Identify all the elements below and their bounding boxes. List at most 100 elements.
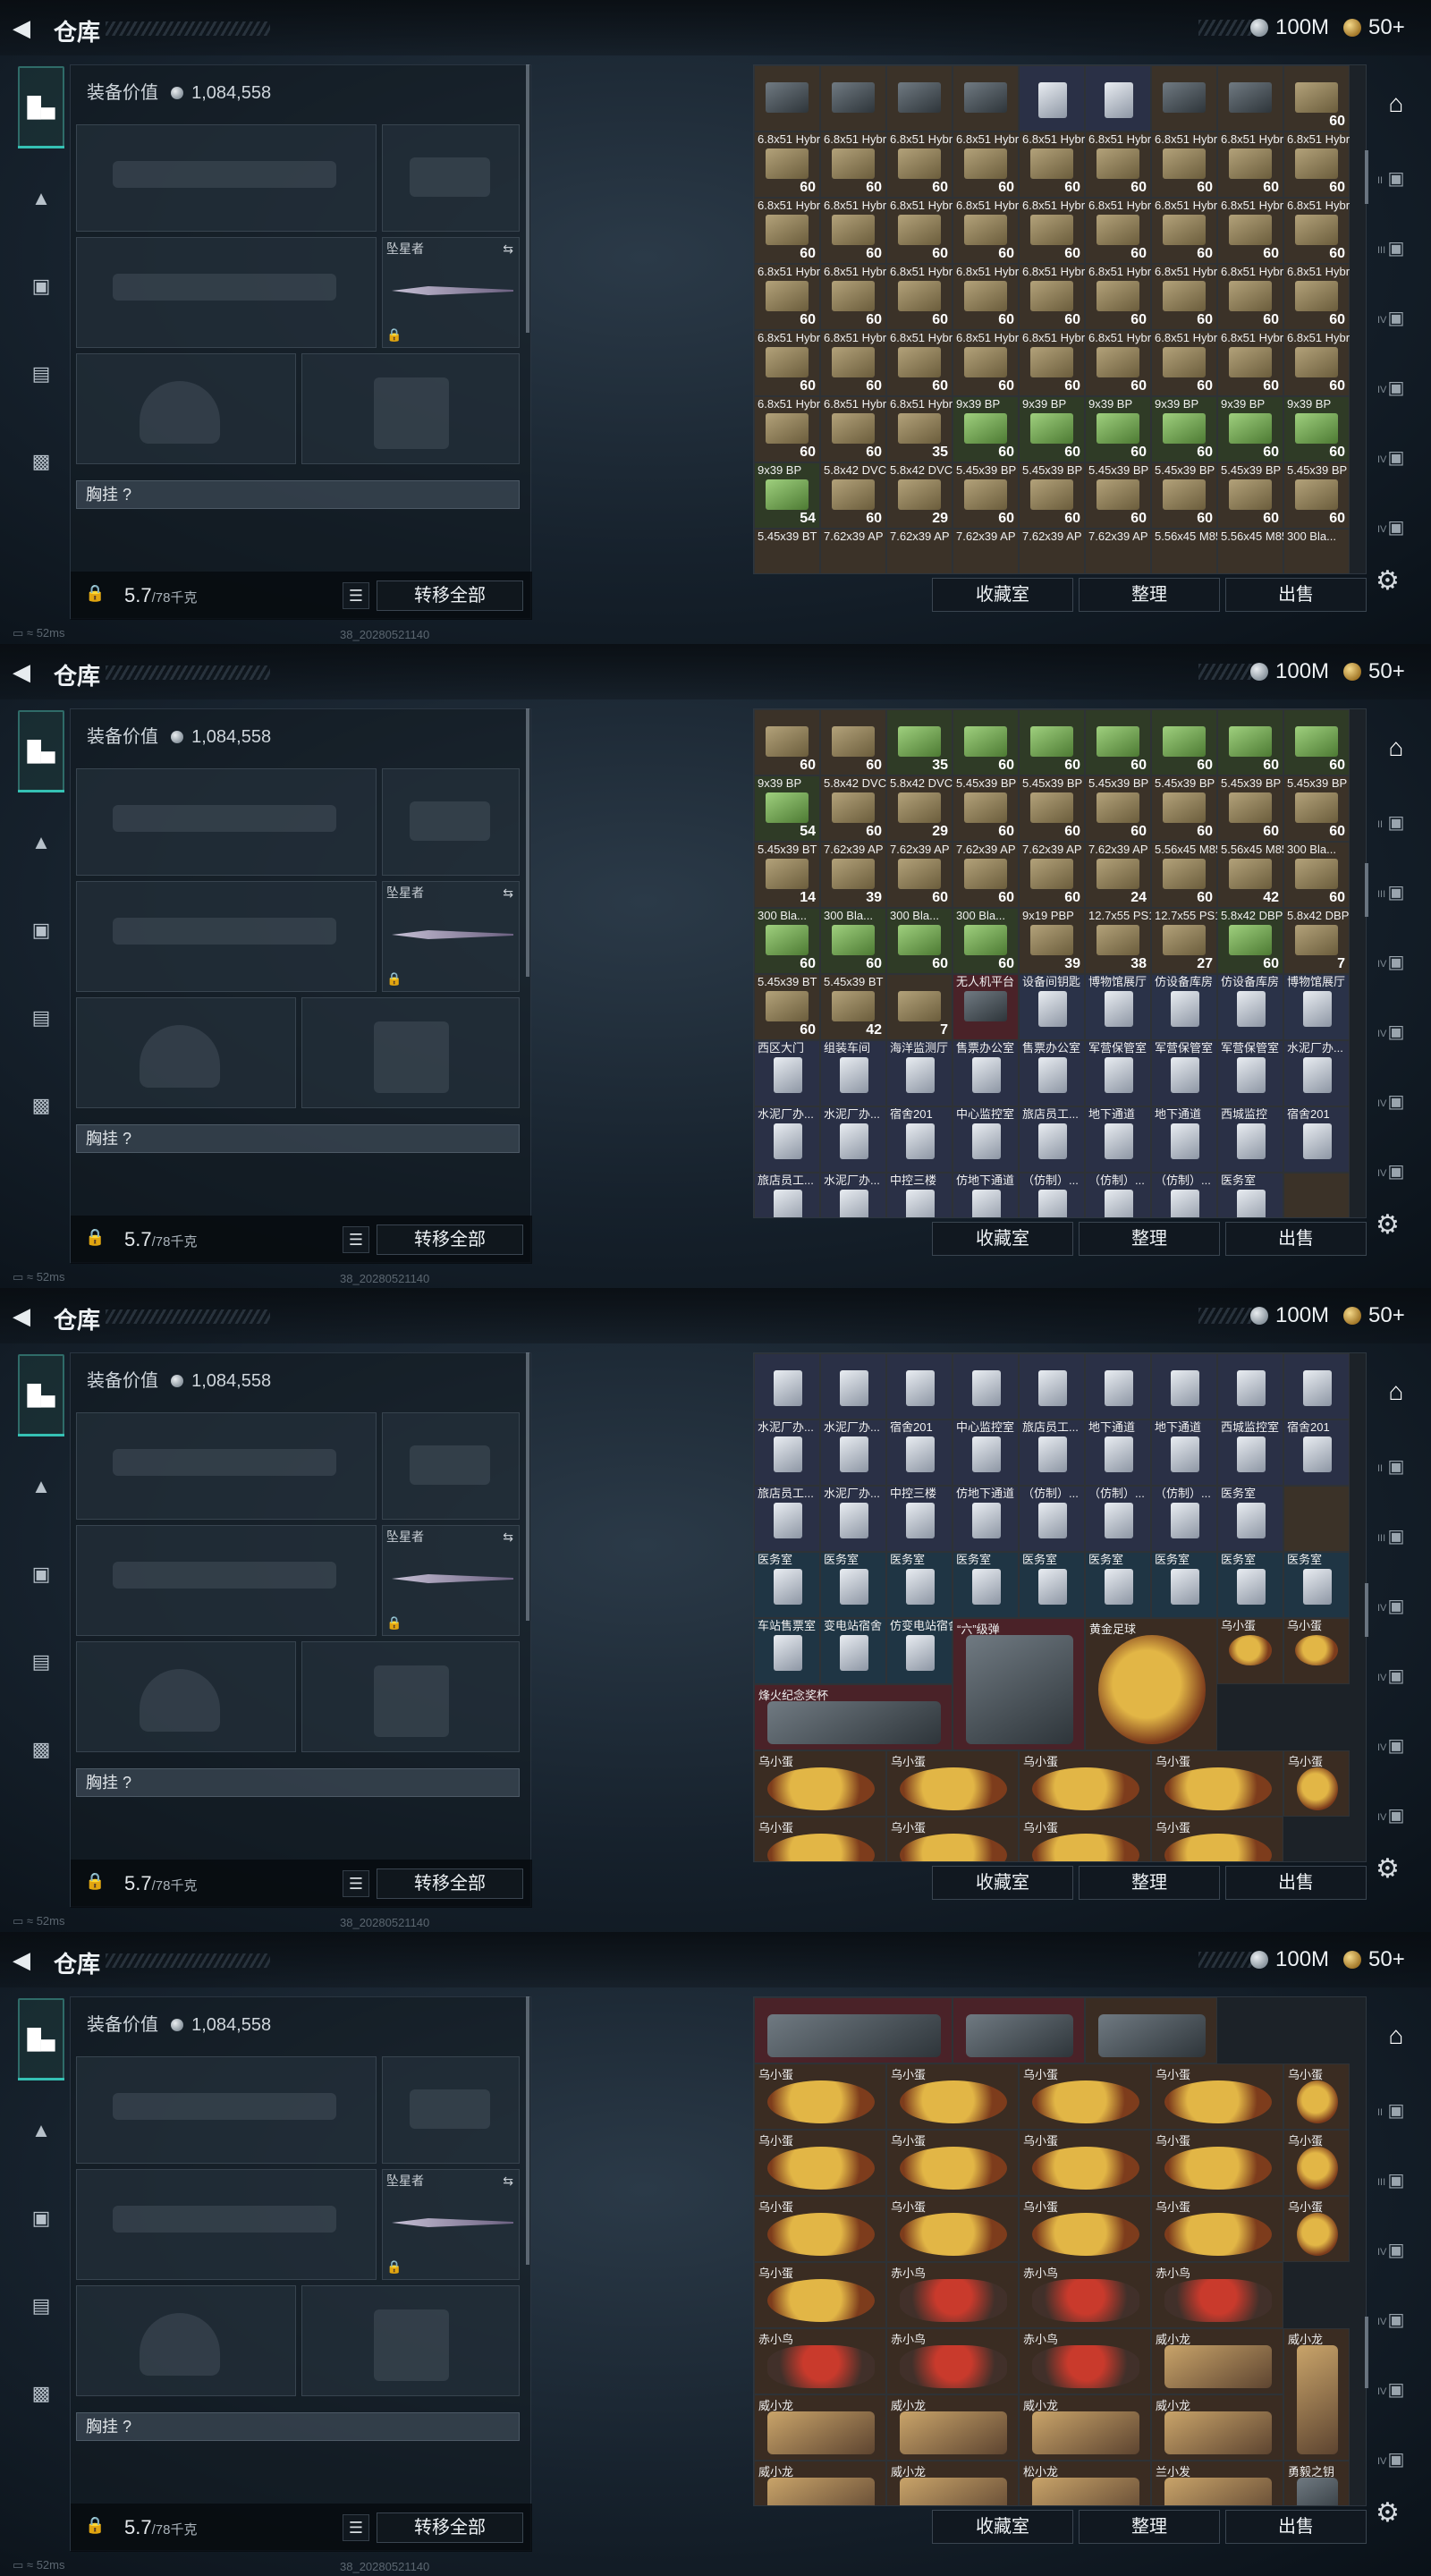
storage-tab-2[interactable]: II ▣ [1372,803,1420,843]
inventory-cell[interactable]: 12.7x55 PS12B 38 [1085,908,1151,974]
inventory-item-large[interactable]: 乌小蛋 [1151,1750,1283,1817]
inventory-cell[interactable]: 无人机平台 [953,974,1019,1040]
inventory-cell[interactable]: 军营保管室 [1151,1040,1217,1106]
list-view-button[interactable]: ☰ [343,1226,369,1253]
inventory-cell[interactable]: 60 [754,709,820,775]
tab-case[interactable]: ▩ [18,1082,64,1129]
inventory-cell[interactable]: 6.8x51 Hybrid 60 [1217,198,1283,264]
inventory-cell[interactable] [1283,1486,1350,1552]
inventory-cell[interactable]: 300 Bla... 60 [953,908,1019,974]
inventory-cell[interactable]: 7.62x39 AP 39 [820,842,886,908]
secondary-weapon-slot[interactable] [76,2169,377,2280]
storage-tab-2[interactable]: II ▣ [1372,1447,1420,1487]
lock-icon[interactable]: 🔒 [85,2516,105,2538]
lock-icon[interactable]: 🔒 [85,584,105,606]
storage-tab-5[interactable]: IV ▣ [1372,369,1420,408]
storage-tab-7[interactable]: IV ▣ [1372,2440,1420,2479]
primary-weapon-slot[interactable] [76,2056,377,2164]
inventory-item-large[interactable]: 赤小鸟 [754,2328,886,2394]
primary-weapon-slot[interactable] [76,1412,377,1520]
tab-backpack[interactable]: ▣ [18,2195,64,2241]
armor-slot[interactable] [301,1641,520,1752]
secondary-weapon-slot[interactable] [76,881,377,992]
help-icon[interactable]: ? [123,1774,131,1792]
inventory-cell[interactable]: 5.45x39 BP 60 [1085,462,1151,529]
collection-room-button[interactable]: 收藏室 [932,1222,1073,1256]
storage-tab-3[interactable]: III ▣ [1372,229,1420,268]
lock-icon[interactable]: 🔒 [85,1228,105,1250]
inventory-cell[interactable]: 6.8x51 Hybrid 60 [754,131,820,198]
inventory-cell[interactable]: 6.8x51 Hybrid 60 [820,131,886,198]
inventory-cell[interactable]: 300 Bla... 60 [886,908,953,974]
inventory-cell[interactable] [1151,1353,1217,1419]
collection-room-button[interactable]: 收藏室 [932,1866,1073,1900]
inventory-cell[interactable] [886,65,953,131]
inventory-cell[interactable]: 西区大门 [754,1040,820,1106]
storage-tab-5[interactable]: IV ▣ [1372,2301,1420,2340]
help-icon[interactable]: ? [123,1130,131,1148]
inventory-cell[interactable]: 宿舍201 [1283,1419,1350,1486]
inventory-cell[interactable]: （仿制）... [1151,1173,1217,1217]
inventory-cell[interactable]: 9x39 BP 60 [953,396,1019,462]
inventory-item-large[interactable]: 赤小鸟 [886,2328,1019,2394]
inventory-cell[interactable]: 6.8x51 Hybrid 60 [886,330,953,396]
inventory-cell[interactable]: 海洋监测厅 [886,1040,953,1106]
inventory-cell[interactable]: 变电站宿舍 [820,1618,886,1684]
inventory-item-large[interactable]: 威小龙 [886,2461,1019,2505]
inventory-cell[interactable]: 6.8x51 Hybrid 60 [1085,264,1151,330]
inventory-cell[interactable]: 5.8x42 DBP10 60 [1217,908,1283,974]
inventory-cell[interactable]: 旅店员工... [1019,1106,1085,1173]
storage-tab-2[interactable]: II ▣ [1372,2091,1420,2131]
inventory-cell[interactable]: 5.56x45 M855 [1151,529,1217,573]
melee-slot[interactable]: 坠星者 ⇆ 🔒 [382,237,520,348]
tab-case[interactable]: ▩ [18,438,64,485]
inventory-cell[interactable]: 5.8x42 DVC12 29 [886,775,953,842]
inventory-item-large[interactable]: 赤小鸟 [886,2262,1019,2328]
inventory-cell[interactable] [886,1353,953,1419]
settings-gear-icon[interactable]: ⚙ [1376,565,1400,597]
settings-gear-icon[interactable]: ⚙ [1376,1209,1400,1241]
inventory-scrollbar[interactable] [1365,150,1368,204]
tab-consumables[interactable]: ▤ [18,1639,64,1685]
inventory-cell[interactable]: 5.45x39 BP 60 [1217,462,1283,529]
primary-weapon-slot[interactable] [76,124,377,232]
inventory-cell[interactable]: 6.8x51 Hybrid 60 [1085,330,1151,396]
inventory-cell[interactable] [1019,65,1085,131]
storage-home-icon[interactable]: ⌂ [1372,1372,1420,1411]
inventory-cell[interactable] [1217,65,1283,131]
swap-icon[interactable]: ⇆ [503,2174,513,2189]
inventory-cell[interactable]: 9x39 BP 54 [754,775,820,842]
inventory-cell[interactable]: 60 [1217,709,1283,775]
inventory-cell[interactable]: 6.8x51 Hybrid 60 [953,198,1019,264]
inventory-cell[interactable]: 5.45x39 BT 42 [820,974,886,1040]
settings-gear-icon[interactable]: ⚙ [1376,2497,1400,2529]
inventory-item-large[interactable]: 赤小鸟 [1151,2262,1283,2328]
inventory-cell[interactable]: 6.8x51 Hybrid 60 [754,396,820,462]
inventory-cell[interactable]: 宿舍201 [886,1419,953,1486]
inventory-cell[interactable]: 5.45x39 BP 60 [953,462,1019,529]
inventory-scrollbar[interactable] [1365,2317,1368,2388]
storage-home-icon[interactable]: ⌂ [1372,84,1420,123]
inventory-cell[interactable] [1085,65,1151,131]
sell-button[interactable]: 出售 [1225,1222,1367,1256]
storage-tab-2[interactable]: II ▣ [1372,159,1420,199]
inventory-cell[interactable]: 旅店员工... [754,1486,820,1552]
inventory-cell[interactable]: 6.8x51 Hybrid 60 [754,198,820,264]
inventory-item-large[interactable]: 勇毅之钥 [1283,2461,1350,2505]
inventory-cell[interactable]: 35 [886,709,953,775]
inventory-cell[interactable]: 水泥厂办... [820,1486,886,1552]
inventory-cell[interactable]: 6.8x51 Hybrid 60 [820,198,886,264]
inventory-cell[interactable]: 售票办公室 [1019,1040,1085,1106]
storage-tab-4[interactable]: IV ▣ [1372,299,1420,338]
inventory-cell[interactable]: 中心监控室 [953,1419,1019,1486]
inventory-cell[interactable]: 6.8x51 Hybrid 35 [886,396,953,462]
inventory-cell[interactable]: 5.45x39 BP 60 [1217,775,1283,842]
inventory-cell[interactable]: 7.62x39 AP [820,529,886,573]
inventory-cell[interactable]: 9x39 BP 60 [1085,396,1151,462]
inventory-cell[interactable]: 7.62x39 AP 60 [953,842,1019,908]
armor-slot[interactable] [301,2285,520,2396]
inventory-item-large[interactable]: 乌小蛋 [754,1817,886,1861]
inventory-cell[interactable] [1217,1353,1283,1419]
tab-armor[interactable]: ▲ [18,1463,64,1510]
storage-tab-6[interactable]: IV ▣ [1372,438,1420,478]
